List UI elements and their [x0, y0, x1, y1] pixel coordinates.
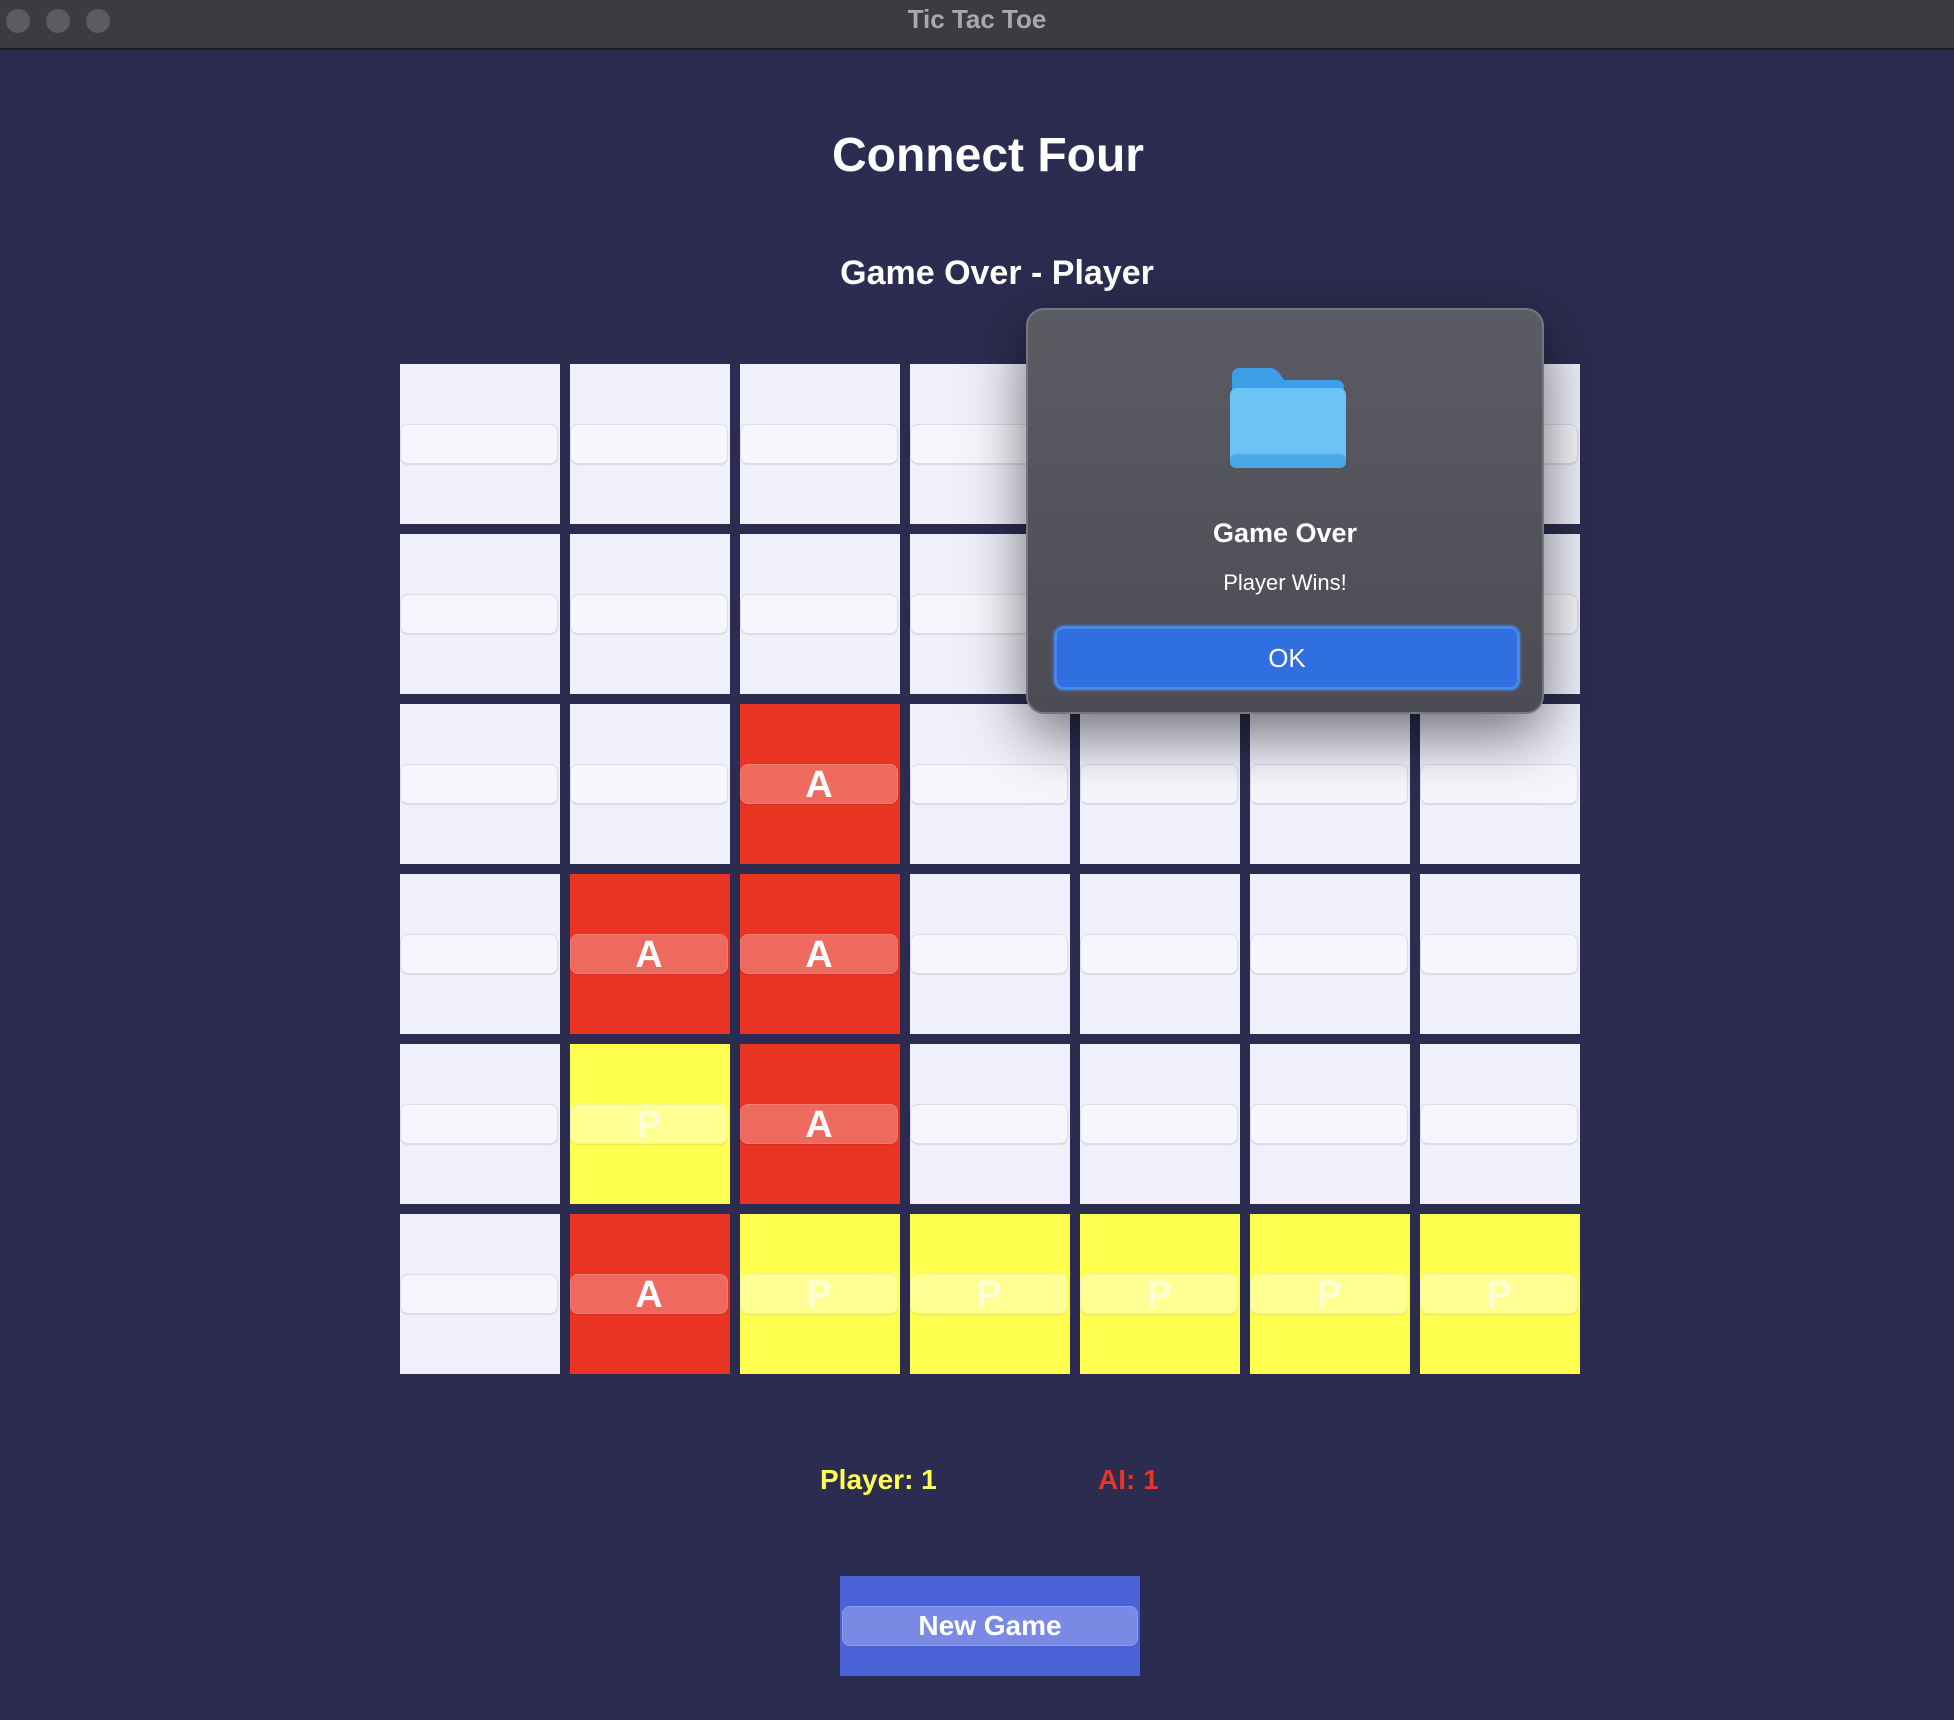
cell-button[interactable]: [400, 1274, 558, 1314]
cell-button[interactable]: [400, 1104, 558, 1144]
cell-button[interactable]: [400, 764, 558, 804]
dialog-title: Game Over: [1212, 518, 1358, 548]
board-cell: [1420, 704, 1580, 864]
board-cell: [740, 364, 900, 524]
cell-button[interactable]: A: [740, 764, 898, 805]
cell-button[interactable]: [570, 424, 728, 464]
cell-button[interactable]: A: [570, 1274, 728, 1315]
cell-button[interactable]: [740, 424, 898, 464]
cell-button[interactable]: [1420, 764, 1578, 804]
cell-button[interactable]: [400, 424, 558, 464]
cell-button[interactable]: P: [910, 1274, 1068, 1315]
board-cell: [910, 874, 1070, 1034]
board-cell: [1250, 1044, 1410, 1204]
board-cell: [910, 1044, 1070, 1204]
board-cell: P: [1080, 1214, 1240, 1374]
board-cell: [400, 1214, 560, 1374]
board-cell: A: [740, 1044, 900, 1204]
cell-button[interactable]: [910, 764, 1068, 804]
cell-button[interactable]: P: [570, 1104, 728, 1145]
board-cell: [1080, 1044, 1240, 1204]
new-game-panel: New Game: [840, 1576, 1140, 1676]
cell-button[interactable]: [1080, 1104, 1238, 1144]
board-cell: [570, 704, 730, 864]
game-status: Game Over - Player: [840, 254, 1154, 292]
board-cell: P: [910, 1214, 1070, 1374]
board-cell: P: [1250, 1214, 1410, 1374]
cell-button[interactable]: [910, 1104, 1068, 1144]
board-cell: [400, 534, 560, 694]
board-cell: [400, 874, 560, 1034]
board-cell: [400, 364, 560, 524]
board-cell: [570, 364, 730, 524]
window-title: Tic Tac Toe: [907, 4, 1047, 34]
game-over-dialog: Game Over Player Wins! OK: [1026, 308, 1544, 714]
ai-score: AI: 1: [1098, 1464, 1159, 1495]
cell-button[interactable]: [400, 594, 558, 634]
board-cell: P: [570, 1044, 730, 1204]
cell-button[interactable]: P: [740, 1274, 898, 1315]
cell-button[interactable]: P: [1420, 1274, 1578, 1315]
board-cell: A: [570, 1214, 730, 1374]
cell-button[interactable]: [570, 764, 728, 804]
board-cell: [570, 534, 730, 694]
folder-icon: [1230, 368, 1346, 468]
cell-button[interactable]: [1420, 934, 1578, 974]
new-game-button[interactable]: New Game: [842, 1606, 1138, 1646]
dialog-message: Player Wins!: [1223, 570, 1347, 595]
board-cell: P: [1420, 1214, 1580, 1374]
cell-button[interactable]: [1250, 1104, 1408, 1144]
board-cell: A: [570, 874, 730, 1034]
board-cell: A: [740, 704, 900, 864]
cell-button[interactable]: A: [570, 934, 728, 975]
board-cell: [1250, 704, 1410, 864]
board-cell: [400, 704, 560, 864]
cell-button[interactable]: P: [1250, 1274, 1408, 1315]
board-cell: [1250, 874, 1410, 1034]
board-cell: [1080, 874, 1240, 1034]
cell-button[interactable]: [1250, 764, 1408, 804]
cell-button[interactable]: [1080, 934, 1238, 974]
cell-button[interactable]: [740, 594, 898, 634]
board-cell: [400, 1044, 560, 1204]
cell-button[interactable]: [1420, 1104, 1578, 1144]
cell-button[interactable]: P: [1080, 1274, 1238, 1315]
board-cell: [1080, 704, 1240, 864]
board-cell: [740, 534, 900, 694]
cell-button[interactable]: [1080, 764, 1238, 804]
board-cell: P: [740, 1214, 900, 1374]
player-score: Player: 1: [820, 1464, 937, 1495]
board-cell: [1420, 874, 1580, 1034]
cell-button[interactable]: [400, 934, 558, 974]
cell-button[interactable]: A: [740, 934, 898, 975]
cell-button[interactable]: [1250, 934, 1408, 974]
cell-button[interactable]: A: [740, 1104, 898, 1145]
board-cell: A: [740, 874, 900, 1034]
ok-button[interactable]: OK: [1054, 626, 1520, 690]
board-cell: [1420, 1044, 1580, 1204]
board-cell: [910, 704, 1070, 864]
page-title: Connect Four: [832, 129, 1144, 182]
cell-button[interactable]: [910, 934, 1068, 974]
title-bar: Tic Tac Toe: [0, 0, 1954, 50]
cell-button[interactable]: [570, 594, 728, 634]
